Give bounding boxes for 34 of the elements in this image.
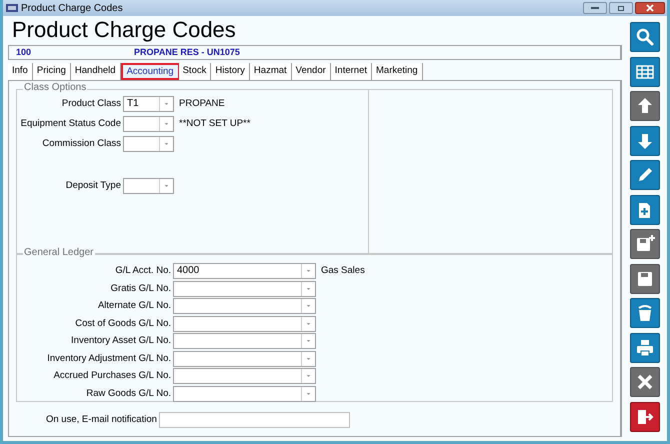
- field-label: Equipment Status Code: [20, 116, 121, 131]
- field-label: Alternate G/L No.: [96, 301, 171, 311]
- field-label: Commission Class: [41, 136, 121, 151]
- tab[interactable]: Accounting: [120, 63, 179, 80]
- record-description: PROPANE RES - UN1075: [134, 46, 240, 59]
- tab[interactable]: Marketing: [372, 63, 423, 80]
- tab[interactable]: Internet: [330, 63, 372, 80]
- page-heading: Product Charge Codes: [12, 19, 237, 41]
- dropdown-field[interactable]: 4000: [173, 263, 316, 279]
- field-label: Gratis G/L No.: [110, 284, 171, 294]
- field-label: Accrued Purchases G/L No.: [52, 371, 171, 381]
- group-title: Class Options: [23, 83, 88, 93]
- tab[interactable]: Stock: [178, 63, 212, 80]
- tab[interactable]: Pricing: [32, 63, 71, 80]
- field-label: Cost of Goods G/L No.: [74, 318, 171, 328]
- tab[interactable]: Info: [8, 63, 33, 80]
- field-note: PROPANE: [179, 96, 225, 111]
- record-code: 100: [16, 46, 32, 59]
- field-note: **NOT SET UP**: [179, 116, 250, 131]
- field-label: Deposit Type: [64, 178, 121, 193]
- group-title: General Ledger: [23, 248, 94, 258]
- tab[interactable]: History: [211, 63, 250, 80]
- dropdown-field[interactable]: T1: [123, 96, 174, 112]
- field-label: G/L Acct. No.: [114, 266, 171, 276]
- window-title: Product Charge Codes: [21, 2, 123, 16]
- field-note: Gas Sales: [321, 264, 365, 278]
- tab[interactable]: Hazmat: [250, 63, 292, 80]
- field-label: Raw Goods G/L No.: [85, 388, 171, 398]
- tab[interactable]: Handheld: [70, 63, 121, 80]
- field-label: Inventory Adjustment G/L No.: [46, 354, 171, 364]
- tab[interactable]: Vendor: [292, 63, 331, 80]
- field-label: Product Class: [60, 96, 121, 111]
- field-label: On use, E-mail notification: [46, 412, 157, 427]
- field-label: Inventory Asset G/L No.: [70, 336, 171, 346]
